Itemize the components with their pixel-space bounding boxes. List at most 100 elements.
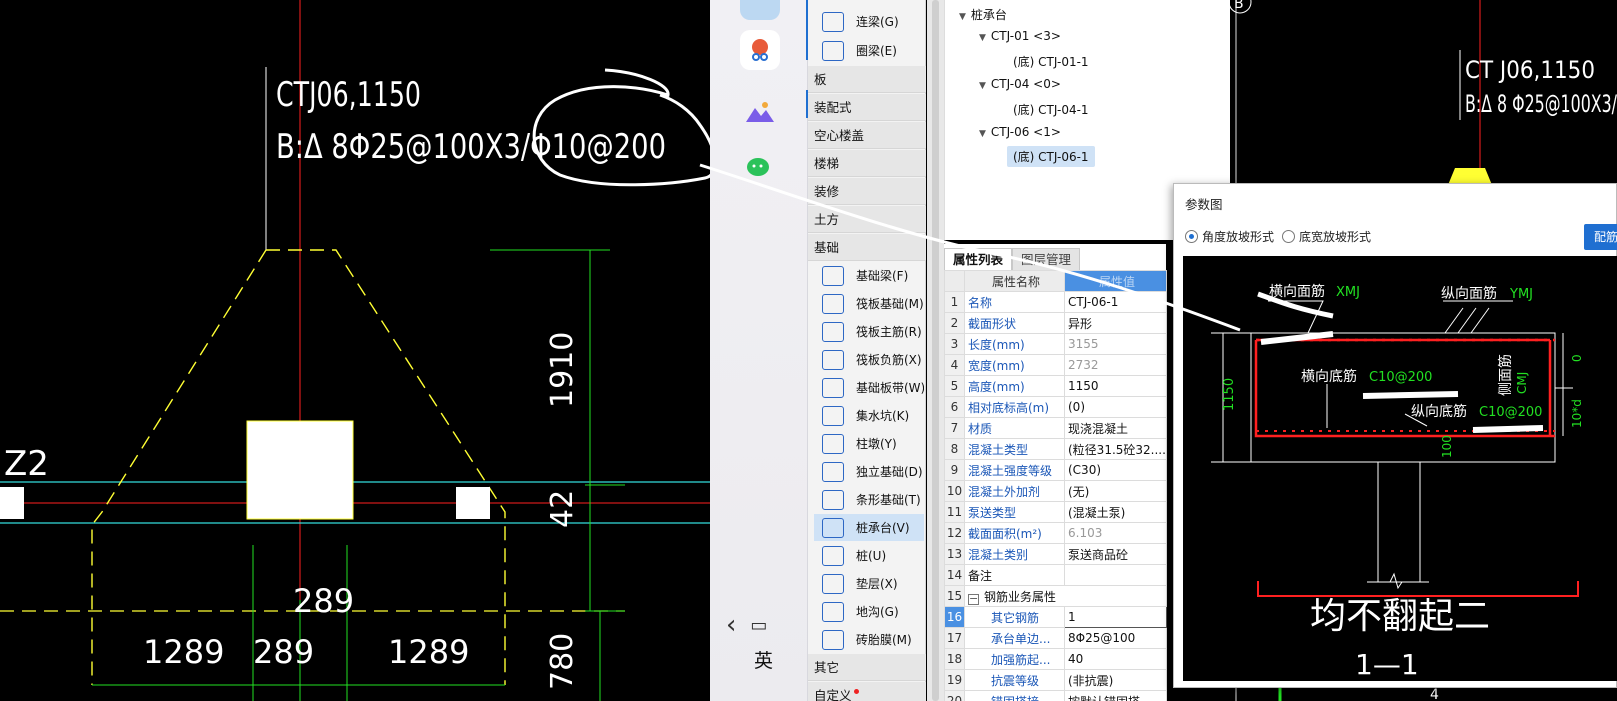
table-row[interactable]: 7 材质 现浇混凝土 [944,417,1167,439]
row-value[interactable]: 1150 [1064,375,1167,397]
row-value[interactable]: CTJ-06-1 [1064,291,1167,313]
table-row[interactable]: 11 泵送类型 (混凝土泵) [944,501,1167,523]
table-row[interactable]: 19 抗震等级 (非抗震) [944,669,1167,691]
nav-item-sump-pit[interactable]: 集水坑(K) [814,402,924,429]
nav-item-trench[interactable]: 地沟(G) [814,598,924,625]
row-index: 1 [944,291,965,313]
nav-item-brick-mould[interactable]: 砖胎膜(M) [814,626,924,653]
tab-property-list[interactable]: 属性列表 [944,248,1013,270]
tree-group[interactable]: ▼ CTJ-06 <1> [979,125,1061,139]
mountain-app-icon[interactable] [740,92,780,132]
cad-canvas-left[interactable]: CTJ06,1150 B:Δ 8Φ25@100X3/Φ10@200 Z2 191… [0,0,710,701]
nav-cat-custom[interactable]: 自定义 [808,682,926,701]
rebar-config-button[interactable]: 配筋 [1584,224,1617,250]
row-value[interactable]: (粒径31.5砼32.... [1064,438,1167,460]
nav-item-pile-cap[interactable]: 桩承台(V) [814,514,924,541]
tree-leaf[interactable]: (底) CTJ-04-1 [1013,101,1089,118]
row-value[interactable]: 现浇混凝土 [1064,417,1167,439]
table-row[interactable]: 14 备注 [944,564,1167,586]
expand-arrow-icon[interactable]: ▼ [959,12,966,22]
cad-label-line2: B:Δ 8 Φ25@100X3/ [1465,90,1617,118]
table-row[interactable]: 16 其它钢筋 1 [944,606,1167,628]
radio-dot[interactable] [1282,230,1295,243]
nav-item-raft-negative-rebar[interactable]: 筏板负筋(X) [814,346,924,373]
row-value[interactable]: (0) [1064,396,1167,418]
nav-item-ring-beam[interactable]: 圈梁(E) [814,37,924,64]
tree-root[interactable]: ▼ 桩承台 [959,6,1007,23]
row-value-input[interactable]: 1 [1064,606,1167,628]
table-row[interactable]: 3 长度(mm) 3155 [944,333,1167,355]
nav-item-label: 独立基础(D) [856,465,923,479]
sump-pit-icon [822,405,844,426]
table-row[interactable]: 8 混凝土类型 (粒径31.5砼32.... [944,438,1167,460]
row-value[interactable]: 6.103 [1064,522,1167,544]
nav-item-pile[interactable]: 桩(U) [814,542,924,569]
nav-cat-stairs[interactable]: 楼梯 [808,150,926,177]
nav-cat-earthwork[interactable]: 土方 [808,206,926,233]
row-value[interactable]: 异形 [1064,312,1167,334]
row-name: 混凝土类型 [964,438,1065,460]
tree-leaf[interactable]: (底) CTJ-01-1 [1013,53,1089,70]
nav-cat-other[interactable]: 其它 [808,654,926,681]
ime-indicator[interactable]: 英 [754,646,773,673]
expand-arrow-icon[interactable]: ▼ [979,81,986,91]
scissors-app-icon[interactable] [740,30,780,70]
table-row[interactable]: 5 高度(mm) 1150 [944,375,1167,397]
row-value[interactable]: (C30) [1064,459,1167,481]
row-value[interactable]: (无) [1064,480,1167,502]
table-row[interactable]: 9 混凝土强度等级 (C30) [944,459,1167,481]
row-value[interactable]: 3155 [1064,333,1167,355]
tree-leaf-selected[interactable]: (底) CTJ-06-1 [1007,146,1095,167]
table-row[interactable]: 13 混凝土类别 泵送商品砼 [944,543,1167,565]
nav-cat-prefab[interactable]: 装配式 [808,94,926,121]
tab-layer-manage[interactable]: 图层管理 [1012,248,1081,270]
expand-arrow-icon[interactable]: ▼ [979,33,986,43]
wechat-icon[interactable] [740,148,780,188]
row-value[interactable]: 按默认锚固搭 [1064,690,1167,701]
back-chevron-icon[interactable]: ‹ [726,610,736,640]
row-value[interactable]: (非抗震) [1064,669,1167,691]
table-row[interactable]: 1 名称 CTJ-06-1 [944,291,1167,313]
label-side: 侧面筋 [1497,354,1514,396]
scrollbar-thumb[interactable] [932,0,939,701]
nav-cat-hollow-floor[interactable]: 空心楼盖 [808,122,926,149]
table-row[interactable]: 2 截面形状 异形 [944,312,1167,334]
panel-divider-scrollbar[interactable] [927,0,944,701]
nav-item-foundation-strip[interactable]: 基础板带(W) [814,374,924,401]
nav-item-link-beam[interactable]: 连梁(G) [814,8,924,35]
row-value[interactable]: 2732 [1064,354,1167,376]
nav-item-isolated-footing[interactable]: 独立基础(D) [814,458,924,485]
nav-cat-slab[interactable]: 板 [808,66,926,93]
collapse-icon[interactable]: − [968,593,979,605]
tree-group[interactable]: ▼ CTJ-04 <0> [979,77,1061,91]
expand-arrow-icon[interactable]: ▼ [979,129,986,139]
nav-item-strip-footing[interactable]: 条形基础(T) [814,486,924,513]
nav-item-raft-foundation[interactable]: 筏板基础(M) [814,290,924,317]
table-row[interactable]: 6 相对底标高(m) (0) [944,396,1167,418]
row-value[interactable]: 40 [1064,648,1167,670]
app-icon-top[interactable] [740,0,780,20]
radio-width-slope[interactable]: 底宽放坡形式 [1282,228,1371,245]
table-row[interactable]: 15− 钢筋业务属性 [944,585,1167,607]
table-row[interactable]: 20锚固搭接按默认锚固搭 [944,690,1167,701]
row-name: 备注 [964,564,1065,586]
table-row[interactable]: 4 宽度(mm) 2732 [944,354,1167,376]
table-row[interactable]: 10 混凝土外加剂 (无) [944,480,1167,502]
nav-item-column-pier[interactable]: 柱墩(Y) [814,430,924,457]
nav-item-foundation-beam[interactable]: 基础梁(F) [814,262,924,289]
nav-cat-foundation[interactable]: 基础 [808,234,926,261]
radio-dot-checked[interactable] [1185,230,1198,243]
table-row[interactable]: 12 截面面积(m²) 6.103 [944,522,1167,544]
radio-angle-slope[interactable]: 角度放坡形式 [1185,228,1274,245]
row-value[interactable]: 8Φ25@100 [1064,627,1167,649]
nav-cat-decoration[interactable]: 装修 [808,178,926,205]
row-value[interactable] [1064,564,1167,586]
table-row[interactable]: 18 加强筋起... 40 [944,648,1167,670]
row-value[interactable]: (混凝土泵) [1064,501,1167,523]
strip-footing-icon [822,489,844,510]
table-row[interactable]: 17 承台单边... 8Φ25@100 [944,627,1167,649]
tree-group[interactable]: ▼ CTJ-01 <3> [979,29,1061,43]
row-value[interactable]: 泵送商品砼 [1064,543,1167,565]
nav-item-cushion-layer[interactable]: 垫层(X) [814,570,924,597]
nav-item-raft-main-rebar[interactable]: 筏板主筋(R) [814,318,924,345]
